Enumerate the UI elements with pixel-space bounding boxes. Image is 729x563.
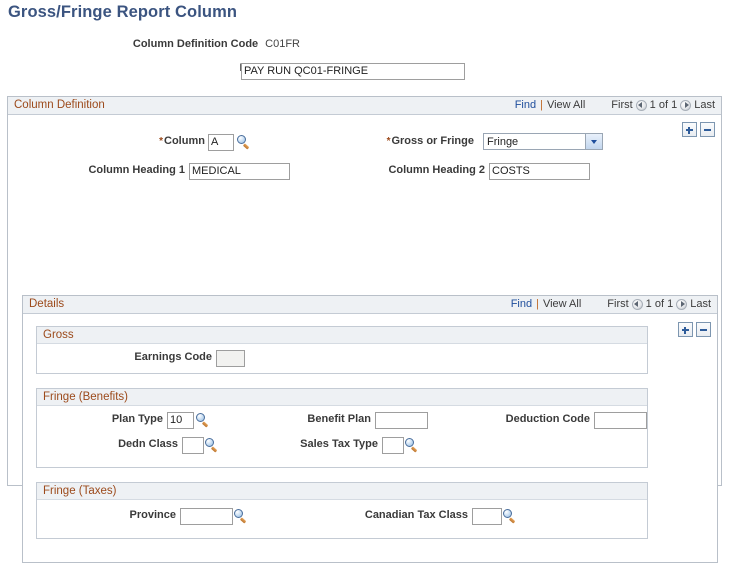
column-heading-1-input[interactable]: MEDICAL — [189, 163, 290, 180]
province-input[interactable] — [180, 508, 233, 525]
fringe-benefits-panel-header: Fringe (Benefits) — [37, 389, 647, 406]
province-label: Province — [129, 509, 176, 521]
details-delete-row-button[interactable] — [696, 322, 711, 337]
details-last-link[interactable]: Last — [690, 298, 711, 310]
province-magnifier-icon[interactable] — [234, 509, 248, 523]
plan-type-label: Plan Type — [111, 413, 163, 425]
earnings-code-label: Earnings Code — [134, 351, 212, 363]
earnings-code-row: Earnings Code — [37, 351, 216, 363]
view-all-link[interactable]: View All — [547, 99, 585, 111]
magnifier-icon[interactable] — [237, 135, 251, 149]
page-title: Gross/Fringe Report Column — [8, 3, 238, 21]
column-heading-2-input[interactable]: COSTS — [489, 163, 590, 180]
deduction-code-input[interactable] — [594, 412, 647, 429]
gross-panel: Gross Earnings Code — [36, 326, 648, 374]
gross-or-fringe-row: Gross or Fringe — [308, 135, 478, 147]
column-id-input[interactable]: A — [208, 134, 234, 151]
plan-type-input[interactable]: 10 — [167, 412, 194, 429]
sales-tax-type-magnifier-icon[interactable] — [405, 438, 419, 452]
sales-tax-type-input[interactable] — [382, 437, 404, 454]
column-definition-code-value: C01FR — [265, 38, 300, 50]
details-view-all-link[interactable]: View All — [543, 298, 581, 310]
add-row-button[interactable] — [682, 122, 697, 137]
details-find-link[interactable]: Find — [511, 298, 532, 310]
details-row-buttons — [678, 322, 711, 337]
details-add-row-button[interactable] — [678, 322, 693, 337]
province-row: Province — [37, 509, 180, 521]
details-right-arrow-icon[interactable] — [676, 298, 688, 310]
find-link[interactable]: Find — [515, 99, 536, 111]
fringe-benefits-panel: Fringe (Benefits) Plan Type 10 Benefit P… — [36, 388, 648, 468]
details-group: Details Find | View All First 1 of 1 Las… — [22, 295, 718, 563]
gross-panel-header: Gross — [37, 327, 647, 344]
deduction-code-label: Deduction Code — [505, 413, 590, 425]
details-nav: Find | View All First 1 of 1 Last — [511, 298, 711, 310]
column-definition-group: Column Definition Find | View All First … — [7, 96, 722, 563]
fringe-benefits-panel-title: Fringe (Benefits) — [43, 391, 129, 403]
fringe-taxes-panel: Fringe (Taxes) Province Canadian Tax Cla… — [36, 482, 648, 539]
column-definition-title: Column Definition — [14, 99, 105, 111]
sales-tax-type-label: Sales Tax Type — [300, 438, 378, 450]
dedn-class-label: Dedn Class — [118, 438, 178, 450]
delete-row-button[interactable] — [700, 122, 715, 137]
right-arrow-icon[interactable] — [680, 99, 692, 111]
sales-tax-type-row: Sales Tax Type — [217, 438, 382, 450]
deduction-code-row: Deduction Code — [427, 413, 594, 425]
last-link[interactable]: Last — [694, 99, 715, 111]
first-link[interactable]: First — [611, 99, 632, 111]
nav-separator: | — [540, 99, 543, 111]
gross-or-fringe-value: Fringe — [487, 135, 519, 148]
row-counter: 1 of 1 — [649, 99, 678, 111]
column-definition-row-buttons — [682, 122, 715, 137]
canadian-tax-class-magnifier-icon[interactable] — [503, 509, 517, 523]
details-row-counter: 1 of 1 — [645, 298, 674, 310]
left-arrow-icon[interactable] — [635, 99, 647, 111]
column-definition-header: Column Definition Find | View All First … — [8, 97, 721, 115]
gross-or-fringe-select[interactable]: Fringe — [483, 133, 603, 150]
fringe-taxes-panel-title: Fringe (Taxes) — [43, 485, 117, 497]
column-heading-1-label: Column Heading 1 — [88, 164, 185, 176]
gross-panel-title: Gross — [43, 329, 74, 341]
chevron-down-icon[interactable] — [585, 134, 602, 149]
details-header: Details Find | View All First 1 of 1 Las… — [23, 296, 717, 314]
column-definition-code-label: Column Definition Code — [132, 38, 259, 50]
canadian-tax-class-label: Canadian Tax Class — [364, 509, 468, 521]
earnings-code-input[interactable] — [216, 350, 245, 367]
gross-or-fringe-label: Gross or Fringe — [387, 135, 474, 147]
benefit-plan-row: Benefit Plan — [217, 413, 375, 425]
details-title: Details — [29, 298, 65, 310]
column-heading-2-row: Column Heading 2 — [308, 164, 489, 176]
column-heading-2-label: Column Heading 2 — [388, 164, 485, 176]
column-definition-nav: Find | View All First 1 of 1 Last — [515, 99, 715, 111]
dedn-class-input[interactable] — [182, 437, 204, 454]
column-definition-code-row: Column Definition Code C01FR — [0, 38, 300, 50]
canadian-tax-class-row: Canadian Tax Class — [257, 509, 472, 521]
canadian-tax-class-input[interactable] — [472, 508, 502, 525]
benefit-plan-label: Benefit Plan — [307, 413, 371, 425]
plan-type-magnifier-icon[interactable] — [196, 413, 210, 427]
plan-type-row: Plan Type — [37, 413, 167, 425]
column-heading-1-row: Column Heading 1 — [8, 164, 189, 176]
fringe-taxes-panel-header: Fringe (Taxes) — [37, 483, 647, 500]
details-left-arrow-icon[interactable] — [631, 298, 643, 310]
details-nav-separator: | — [536, 298, 539, 310]
benefit-plan-input[interactable] — [375, 412, 428, 429]
description-input[interactable]: PAY RUN QC01-FRINGE — [241, 63, 465, 80]
column-id-row: Column ID — [8, 135, 223, 147]
dedn-class-row: Dedn Class — [37, 438, 182, 450]
details-first-link[interactable]: First — [607, 298, 628, 310]
